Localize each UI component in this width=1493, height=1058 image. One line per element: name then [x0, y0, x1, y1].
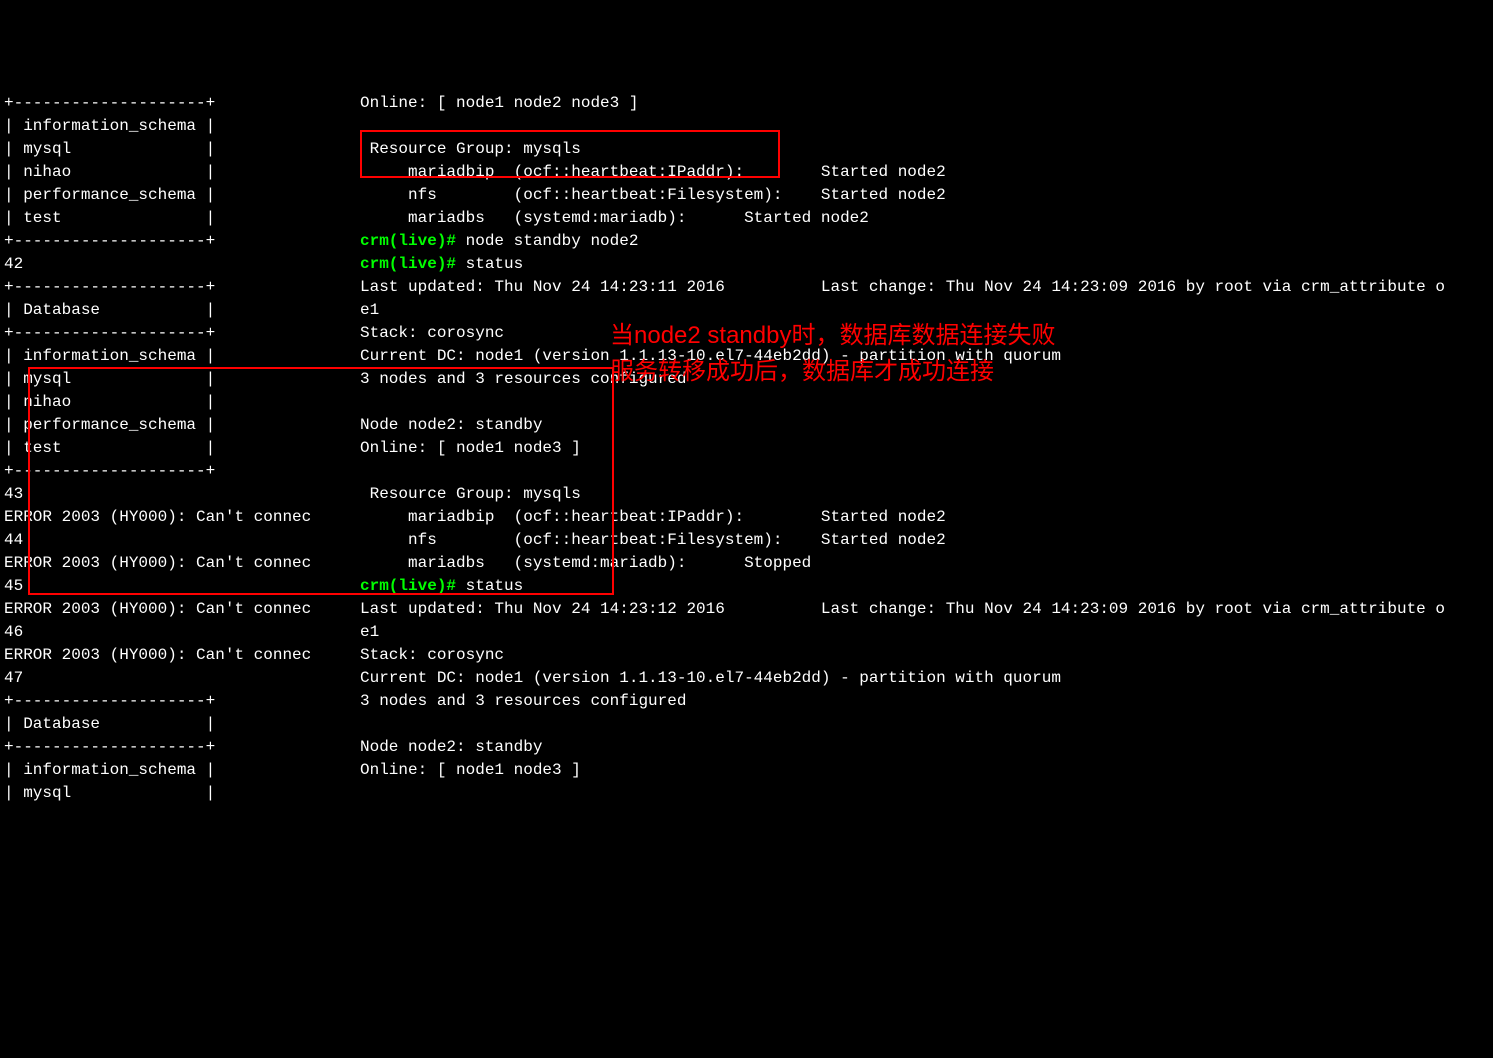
- right-line: Node node2: standby: [360, 736, 1493, 759]
- right-line: Last updated: Thu Nov 24 14:23:11 2016 L…: [360, 276, 1493, 299]
- right-line: mariadbip (ocf::heartbeat:IPaddr): Start…: [360, 161, 1493, 184]
- right-line: [360, 460, 1493, 483]
- right-line: [360, 713, 1493, 736]
- annotation-line-2: 服务转移成功后，数据库才成功连接: [610, 356, 994, 388]
- right-line: Online: [ node1 node3 ]: [360, 437, 1493, 460]
- right-line: [360, 115, 1493, 138]
- left-line: | information_schema |: [4, 759, 360, 782]
- left-line: | performance_schema |: [4, 184, 360, 207]
- crm-prompt: crm(live)#: [360, 577, 456, 595]
- left-line: +--------------------+: [4, 690, 360, 713]
- right-line: Resource Group: mysqls: [360, 138, 1493, 161]
- left-line: +--------------------+: [4, 230, 360, 253]
- left-line: 46: [4, 621, 360, 644]
- left-line: | information_schema |: [4, 345, 360, 368]
- left-line: 47: [4, 667, 360, 690]
- right-line: crm(live)# node standby node2: [360, 230, 1493, 253]
- crm-prompt: crm(live)#: [360, 255, 456, 273]
- right-line: mariadbs (systemd:mariadb): Started node…: [360, 207, 1493, 230]
- left-line: | Database |: [4, 713, 360, 736]
- right-line: 3 nodes and 3 resources configured: [360, 690, 1493, 713]
- left-line: +--------------------+: [4, 92, 360, 115]
- left-line: | test |: [4, 437, 360, 460]
- annotation-line-1: 当node2 standby时，数据库数据连接失败: [610, 320, 1055, 352]
- right-line: mariadbs (systemd:mariadb): Stopped: [360, 552, 1493, 575]
- left-line: ERROR 2003 (HY000): Can't connec: [4, 506, 360, 529]
- left-line: +--------------------+: [4, 322, 360, 345]
- right-line: Last updated: Thu Nov 24 14:23:12 2016 L…: [360, 598, 1493, 621]
- left-line: ERROR 2003 (HY000): Can't connec: [4, 552, 360, 575]
- left-line: ERROR 2003 (HY000): Can't connec: [4, 644, 360, 667]
- crm-prompt: crm(live)#: [360, 232, 456, 250]
- right-line: crm(live)# status: [360, 575, 1493, 598]
- left-line: 45: [4, 575, 360, 598]
- left-line: | performance_schema |: [4, 414, 360, 437]
- right-line: [360, 391, 1493, 414]
- left-line: | mysql |: [4, 138, 360, 161]
- left-line: | Database |: [4, 299, 360, 322]
- left-line: +--------------------+: [4, 276, 360, 299]
- right-line: nfs (ocf::heartbeat:Filesystem): Started…: [360, 529, 1493, 552]
- right-line: Current DC: node1 (version 1.1.13-10.el7…: [360, 667, 1493, 690]
- right-line: Online: [ node1 node3 ]: [360, 759, 1493, 782]
- command-text: node standby node2: [456, 232, 638, 250]
- left-line: 44: [4, 529, 360, 552]
- left-line: | test |: [4, 207, 360, 230]
- right-line: Online: [ node1 node2 node3 ]: [360, 92, 1493, 115]
- left-line: | mysql |: [4, 368, 360, 391]
- left-terminal-pane[interactable]: +--------------------+| information_sche…: [0, 92, 360, 805]
- left-line: ERROR 2003 (HY000): Can't connec: [4, 598, 360, 621]
- right-line: Resource Group: mysqls: [360, 483, 1493, 506]
- right-line: nfs (ocf::heartbeat:Filesystem): Started…: [360, 184, 1493, 207]
- right-line: Node node2: standby: [360, 414, 1493, 437]
- left-line: | nihao |: [4, 391, 360, 414]
- left-line: 42: [4, 253, 360, 276]
- left-line: +--------------------+: [4, 736, 360, 759]
- left-line: | mysql |: [4, 782, 360, 805]
- right-line: Stack: corosync: [360, 644, 1493, 667]
- terminal-container: +--------------------+| information_sche…: [0, 92, 1493, 805]
- command-text: status: [456, 577, 523, 595]
- right-line: mariadbip (ocf::heartbeat:IPaddr): Start…: [360, 506, 1493, 529]
- right-terminal-pane[interactable]: Online: [ node1 node2 node3 ] Resource G…: [360, 92, 1493, 805]
- left-line: | nihao |: [4, 161, 360, 184]
- command-text: status: [456, 255, 523, 273]
- right-line: e1: [360, 621, 1493, 644]
- left-line: +--------------------+: [4, 460, 360, 483]
- left-line: 43: [4, 483, 360, 506]
- right-line: e1: [360, 299, 1493, 322]
- left-line: | information_schema |: [4, 115, 360, 138]
- right-line: crm(live)# status: [360, 253, 1493, 276]
